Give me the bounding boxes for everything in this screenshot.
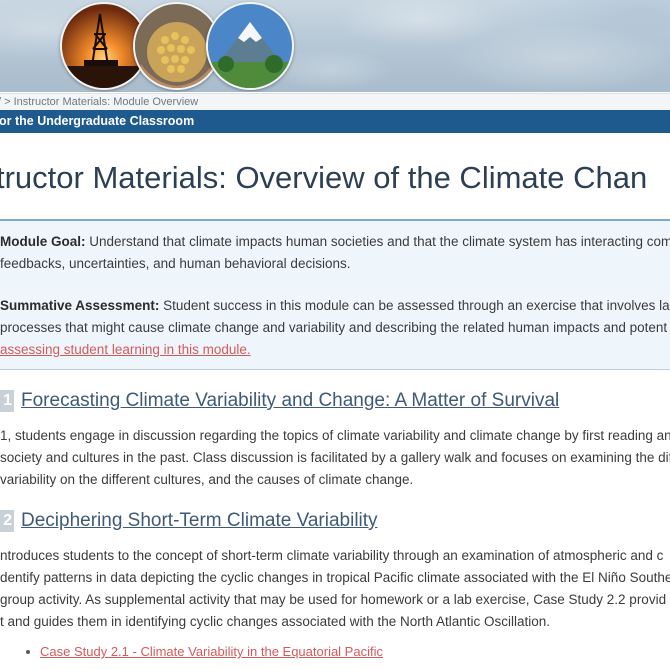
module-goal-label: Module Goal: <box>0 234 86 249</box>
case-study-2-1-link[interactable]: Case Study 2.1 - Climate Variability in … <box>40 644 383 659</box>
breadcrumb: / > Instructor Materials: Module Overvie… <box>0 93 670 110</box>
bullet-icon <box>26 649 30 654</box>
assessment-link[interactable]: assessing student learning in this modul… <box>0 342 251 357</box>
unit-1-text-1: 1, students engage in discussion regardi… <box>0 428 670 443</box>
summative-assessment: Summative Assessment: Student success in… <box>0 295 670 317</box>
snowy-volcano-photo <box>206 2 294 90</box>
case-study-item: Case Study 2.1 - Climate Variability in … <box>26 644 383 659</box>
site-title[interactable]: or the Undergraduate Classroom <box>0 114 194 128</box>
unit-1-title-link[interactable]: Forecasting Climate Variability and Chan… <box>21 390 559 412</box>
header-banner <box>0 0 670 92</box>
page-title: tructor Materials: Overview of the Clima… <box>0 160 648 195</box>
unit-2-text-2: dentify patterns in data depicting the c… <box>0 570 670 585</box>
site-title-bar: or the Undergraduate Classroom <box>0 110 670 133</box>
unit-1-number: 1 <box>0 390 14 412</box>
module-goal-text-2: feedbacks, uncertainties, and human beha… <box>0 256 351 271</box>
summative-text-2: processes that might cause climate chang… <box>0 320 668 335</box>
unit-2-heading: 2 Deciphering Short-Term Climate Variabi… <box>0 509 378 533</box>
module-goal-text-1: Understand that climate impacts human so… <box>85 234 670 249</box>
breadcrumb-text[interactable]: / > Instructor Materials: Module Overvie… <box>0 96 198 108</box>
unit-2-text-3: group activity. As supplemental activity… <box>0 592 667 607</box>
unit-2-title-link[interactable]: Deciphering Short-Term Climate Variabili… <box>21 510 378 532</box>
unit-2-text-4: t and guides them in identifying cyclic … <box>0 614 551 629</box>
unit-2-number: 2 <box>0 510 14 532</box>
summative-label: Summative Assessment: <box>0 298 160 313</box>
module-goal: Module Goal: Understand that climate imp… <box>0 231 670 253</box>
unit-1-text-2: society and cultures in the past. Class … <box>0 450 670 465</box>
summative-text-1: Student success in this module can be as… <box>159 298 670 313</box>
unit-2-text-1: ntroduces students to the concept of sho… <box>0 548 664 563</box>
unit-1-text-3: variability on the different cultures, a… <box>0 472 414 487</box>
unit-1-heading: 1 Forecasting Climate Variability and Ch… <box>0 389 559 413</box>
